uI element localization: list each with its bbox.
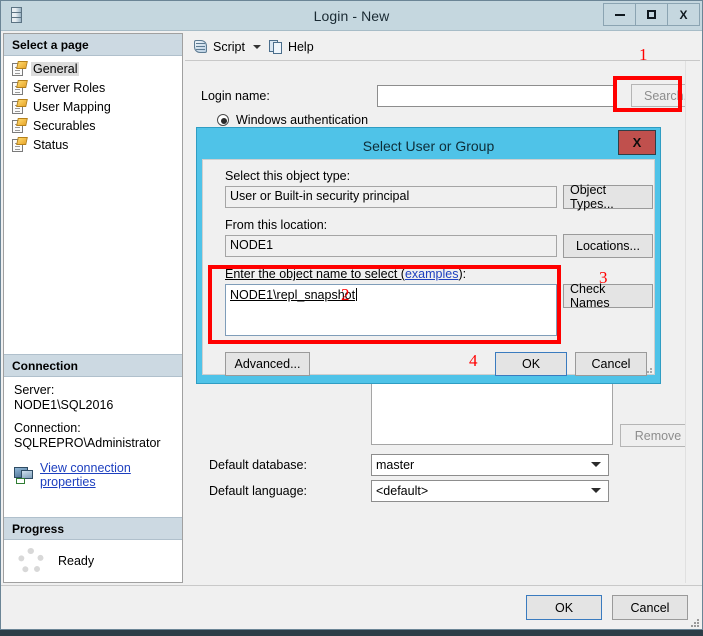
script-button[interactable]: Script <box>193 39 245 55</box>
text-cursor <box>356 288 358 301</box>
dialog-ok-button[interactable]: OK <box>495 352 567 376</box>
default-language-select[interactable]: <default> <box>371 480 609 502</box>
default-language-label: Default language: <box>209 484 307 498</box>
examples-link[interactable]: examples <box>405 267 459 281</box>
progress-status: Ready <box>58 554 95 568</box>
login-name-row: Login name: Search... <box>201 84 700 107</box>
object-name-value: NODE1\repl_snapshot <box>230 288 356 302</box>
view-connection-properties-row[interactable]: View connection properties <box>14 461 174 489</box>
object-name-label-suffix: ): <box>458 267 467 281</box>
window-title: Login - New <box>313 7 390 24</box>
page-icon <box>12 60 28 76</box>
progress-section-body: Ready <box>4 540 182 582</box>
page-icon <box>12 79 28 95</box>
object-type-value: User or Built-in security principal <box>225 186 557 208</box>
script-icon <box>193 39 209 55</box>
default-database-select[interactable]: master <box>371 454 609 476</box>
locations-button[interactable]: Locations... <box>563 234 653 258</box>
windows-authentication-label: Windows authentication <box>236 113 369 127</box>
select-user-or-group-dialog: Select User or Group X Select this objec… <box>196 127 661 384</box>
dialog-title: Select User or Group <box>362 138 495 154</box>
server-value: NODE1\SQL2016 <box>14 398 114 412</box>
close-button[interactable]: X <box>667 3 700 26</box>
annotation-number-2: 2 <box>341 285 350 304</box>
sidebar-item-status[interactable]: Status <box>4 135 182 154</box>
sidebar-filler <box>4 154 182 354</box>
sidebar-item-label: User Mapping <box>33 99 111 114</box>
title-bar: Login - New X <box>1 1 702 30</box>
windows-authentication-row[interactable]: Windows authentication <box>217 113 368 127</box>
page-icon <box>12 136 28 152</box>
chevron-down-icon[interactable] <box>252 44 261 49</box>
annotation-number-1: 1 <box>639 45 648 64</box>
minimize-button[interactable] <box>603 3 636 26</box>
login-name-label: Login name: <box>201 88 270 103</box>
page-icon <box>12 117 28 133</box>
dialog-title-bar: Select User or Group X <box>202 130 656 159</box>
dialog-resize-grip[interactable] <box>642 363 652 373</box>
object-name-input[interactable]: NODE1\repl_snapshot <box>225 284 557 336</box>
login-name-input[interactable] <box>377 84 615 107</box>
select-page-header: Select a page <box>4 34 182 56</box>
minimize-icon <box>614 13 625 16</box>
login-new-window: Login - New X Select a page General Serv… <box>0 0 703 630</box>
desktop-background <box>0 630 703 636</box>
default-database-label: Default database: <box>209 458 307 472</box>
sidebar-item-label: Status <box>33 137 69 152</box>
ok-button[interactable]: OK <box>526 595 602 620</box>
maximize-icon <box>647 10 656 19</box>
page-list: General Server Roles User Mapping Secura… <box>4 56 182 154</box>
sidebar-item-server-roles[interactable]: Server Roles <box>4 78 182 97</box>
default-language-value: <default> <box>376 484 429 498</box>
object-types-button[interactable]: Object Types... <box>563 183 653 211</box>
footer-button-bar: OK Cancel <box>1 585 702 629</box>
sidebar-item-securables[interactable]: Securables <box>4 116 182 135</box>
sidebar-item-label: General <box>31 61 80 76</box>
connection-section-body: Server: NODE1\SQL2016 Connection: SQLREP… <box>4 377 182 517</box>
dialog-cancel-button[interactable]: Cancel <box>575 352 647 376</box>
sidebar: Select a page General Server Roles User … <box>3 33 183 583</box>
resize-grip[interactable] <box>689 617 699 627</box>
database-icon <box>11 6 27 25</box>
chevron-down-icon <box>591 488 601 493</box>
server-label: Server: <box>14 383 55 397</box>
check-names-button[interactable]: Check Names <box>563 282 653 310</box>
chevron-down-icon <box>591 462 601 467</box>
script-label: Script <box>213 39 245 54</box>
maximize-button[interactable] <box>635 3 668 26</box>
progress-spinner-icon <box>18 548 44 574</box>
help-label: Help <box>287 39 314 54</box>
dialog-body: Select this object type: User or Built-i… <box>202 159 655 376</box>
sidebar-item-user-mapping[interactable]: User Mapping <box>4 97 182 116</box>
connection-value: SQLREPRO\Administrator <box>14 436 161 450</box>
help-button[interactable]: Help <box>268 39 314 54</box>
connection-properties-icon <box>14 467 34 484</box>
window-controls: X <box>603 3 700 26</box>
dialog-close-button[interactable]: X <box>618 130 656 155</box>
annotation-number-3: 3 <box>599 268 608 287</box>
object-name-label-prefix: Enter the object name to select ( <box>225 267 405 281</box>
annotation-number-4: 4 <box>469 351 478 370</box>
progress-section-header: Progress <box>4 517 182 540</box>
object-type-label: Select this object type: <box>225 169 351 183</box>
location-value: NODE1 <box>225 235 557 257</box>
windows-authentication-radio[interactable] <box>217 114 229 126</box>
view-connection-properties-link[interactable]: View connection properties <box>40 461 174 489</box>
sidebar-item-general[interactable]: General <box>4 59 182 78</box>
help-icon <box>268 39 284 54</box>
connection-section-header: Connection <box>4 354 182 377</box>
connection-label: Connection: <box>14 421 81 435</box>
content-scrollbar[interactable] <box>685 61 700 583</box>
sidebar-item-label: Server Roles <box>33 80 106 95</box>
location-label: From this location: <box>225 218 328 232</box>
toolbar: Script Help <box>185 33 700 61</box>
advanced-button[interactable]: Advanced... <box>225 352 310 376</box>
sidebar-item-label: Securables <box>33 118 96 133</box>
page-icon <box>12 98 28 114</box>
default-database-value: master <box>376 458 415 472</box>
cancel-button[interactable]: Cancel <box>612 595 688 620</box>
object-name-label: Enter the object name to select (example… <box>225 267 466 281</box>
